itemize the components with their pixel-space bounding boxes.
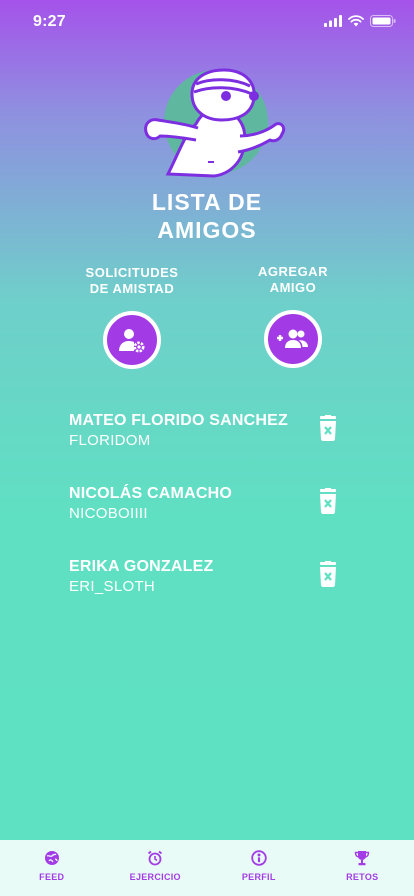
tab-ejercicio-label: EJERCICIO [129,872,181,882]
add-friend-button[interactable] [264,310,322,368]
mascot-illustration [144,68,286,178]
tab-feed[interactable]: FEED [0,840,104,896]
tab-perfil[interactable]: PERFIL [207,840,311,896]
cellular-signal-icon [324,15,342,27]
page-title: LISTA DE AMIGOS [0,188,414,244]
list-item: NICOLÁS CAMACHO NICOBOIIII [69,484,349,557]
delete-friend-icon[interactable] [317,561,339,587]
tab-retos-label: RETOS [346,872,379,882]
friend-requests-label: SOLICITUDES DE AMISTAD [85,265,179,296]
tab-retos[interactable]: RETOS [311,840,414,896]
profile-icon [251,850,267,866]
friend-username: ERI_SLOTH [69,578,156,595]
bottom-tab-bar: FEED EJERCICIO PERFIL RETOS [0,840,414,896]
add-friend-label: AGREGAR AMIGO [258,264,328,295]
status-bar: 9:27 [0,0,414,44]
tab-feed-label: FEED [39,872,65,882]
status-icons [324,15,396,27]
status-time: 9:27 [33,13,66,30]
list-item: MATEO FLORIDO SANCHEZ FLORIDOM [69,411,349,484]
friend-requests-action: SOLICITUDES DE AMISTAD [62,265,202,369]
trophy-icon [355,851,370,866]
friend-username: NICOBOIIII [69,505,148,522]
tab-perfil-label: PERFIL [241,872,276,882]
friends-list: MATEO FLORIDO SANCHEZ FLORIDOM NICOLÁS C… [69,411,349,630]
alarm-clock-icon [148,850,163,866]
tab-ejercicio[interactable]: EJERCICIO [104,840,208,896]
friend-name: MATEO FLORIDO SANCHEZ [69,412,289,429]
wifi-icon [348,15,364,27]
friend-username: FLORIDOM [69,432,151,449]
page-title-line2: AMIGOS [157,217,257,243]
user-settings-icon [119,329,145,353]
friend-requests-button[interactable] [103,311,161,369]
battery-icon [370,15,396,27]
friend-name: NICOLÁS CAMACHO [69,485,232,502]
page-title-line1: LISTA DE [151,189,263,215]
delete-friend-icon[interactable] [317,415,339,441]
add-friend-icon [277,329,308,348]
friend-name: ERIKA GONZALEZ [69,558,214,575]
list-item: ERIKA GONZALEZ ERI_SLOTH [69,557,349,630]
globe-icon [44,851,59,865]
add-friend-action: AGREGAR AMIGO [223,264,363,368]
delete-friend-icon[interactable] [317,488,339,514]
